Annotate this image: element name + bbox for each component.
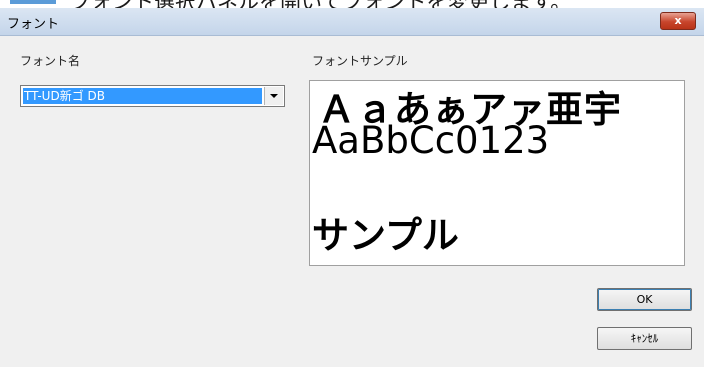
font-sample-preview: Ａａあぁアァ亜宇 AaBbCc0123 サンプル bbox=[309, 80, 685, 266]
caption-text: フォント選択パネルを開いてフォントを変更します。 bbox=[70, 0, 571, 8]
font-name-label: フォント名 bbox=[20, 54, 81, 68]
font-name-select[interactable]: TT-UD新ゴ DB bbox=[20, 85, 285, 107]
font-name-value: TT-UD新ゴ DB bbox=[23, 88, 262, 104]
title-bar[interactable]: フォント x bbox=[0, 8, 704, 36]
ok-button[interactable]: OK bbox=[597, 288, 692, 311]
cancel-button[interactable]: ｷｬﾝｾﾙ bbox=[597, 327, 692, 350]
top-caption-strip: フォント選択パネルを開いてフォントを変更します。 bbox=[0, 0, 704, 8]
dropdown-button[interactable] bbox=[264, 87, 283, 105]
sample-line-2: AaBbCc0123 bbox=[312, 119, 550, 162]
caption-marker bbox=[10, 0, 56, 4]
close-icon: x bbox=[674, 14, 682, 27]
sample-line-3: サンプル bbox=[312, 214, 459, 257]
close-button[interactable]: x bbox=[660, 12, 696, 30]
window-title: フォント bbox=[7, 17, 60, 32]
chevron-down-icon bbox=[270, 94, 278, 98]
font-sample-label: フォントサンプル bbox=[312, 54, 408, 68]
font-dialog: フォント x フォント名 フォントサンプル TT-UD新ゴ DB Ａａあぁアァ亜… bbox=[0, 8, 704, 367]
